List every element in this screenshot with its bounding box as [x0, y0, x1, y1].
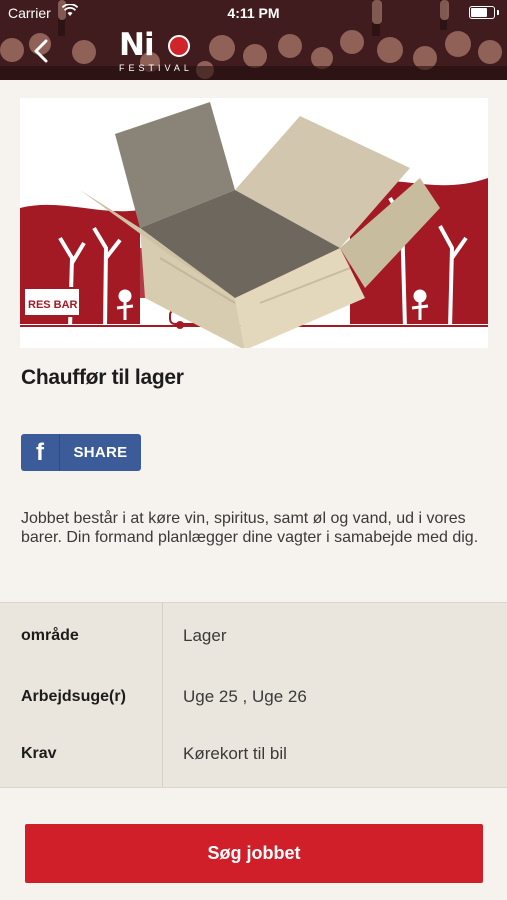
facebook-icon: f — [21, 434, 60, 471]
detail-label: område — [21, 627, 79, 644]
detail-value: Kørekort til bil — [183, 744, 287, 763]
share-label: SHARE — [73, 444, 128, 461]
detail-row-weeks: Arbejdsuge(r) Uge 25 , Uge 26 — [0, 682, 507, 712]
status-bar: Carrier 4:11 PM — [0, 0, 507, 26]
job-title: Chauffør til lager — [21, 366, 184, 389]
detail-label: Arbejdsuge(r) — [21, 688, 126, 705]
job-description: Jobbet består i at køre vin, spiritus, s… — [21, 510, 479, 546]
facebook-share-button[interactable]: f SHARE — [21, 434, 141, 471]
svg-text:RES BAR: RES BAR — [28, 299, 78, 311]
detail-row-requirements: Krav Kørekort til bil — [0, 739, 507, 769]
job-details-table: område Lager Arbejdsuge(r) Uge 25 , Uge … — [0, 602, 507, 788]
detail-value: Uge 25 , Uge 26 — [183, 687, 307, 706]
logo-text: Ni — [119, 27, 155, 63]
logo-mark — [168, 35, 190, 57]
detail-row-area: område Lager — [0, 621, 507, 651]
detail-label: Krav — [21, 745, 57, 762]
logo-subtext: FESTIVAL — [119, 63, 193, 73]
battery-icon — [469, 6, 499, 19]
clock: 4:11 PM — [227, 5, 280, 21]
detail-value: Lager — [183, 626, 227, 645]
festival-logo: Ni FESTIVAL — [116, 27, 206, 75]
box-illustration: RES BAR — [20, 98, 488, 348]
back-button[interactable] — [24, 34, 58, 68]
header: Carrier 4:11 PM Ni FESTIVAL — [0, 0, 507, 80]
apply-button[interactable]: Søg jobbet — [25, 824, 483, 883]
job-banner-image: RES BAR — [20, 98, 488, 348]
chevron-left-icon — [34, 39, 48, 63]
